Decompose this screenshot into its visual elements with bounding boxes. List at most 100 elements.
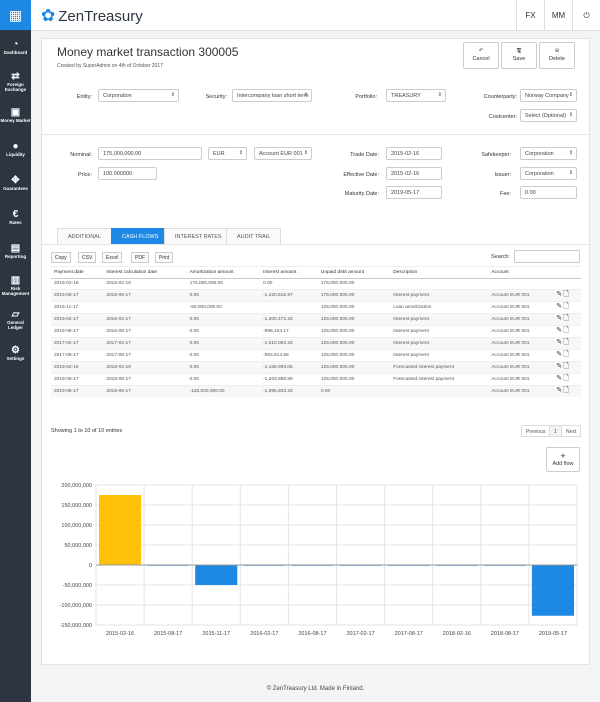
pdf-file-icon[interactable]: 🗋	[563, 363, 569, 370]
column-header[interactable]: Interest calculation date	[103, 267, 186, 279]
undo-icon: ↶	[464, 47, 498, 55]
top-bar: ✿ZenTreasury FX MM ⏻	[31, 0, 600, 31]
table-cell: -50,000,000.00	[187, 302, 260, 314]
save-button[interactable]: 🖫Save	[501, 42, 537, 69]
search-input[interactable]	[514, 250, 580, 263]
user-button[interactable]: MM	[544, 0, 572, 31]
bar[interactable]	[99, 495, 141, 565]
maturity-date-input[interactable]: 2019-05-17	[386, 186, 442, 199]
sidebar-item-rates[interactable]: €Rates	[0, 200, 31, 234]
security-label: Security:	[182, 94, 227, 100]
sidebar-item-reporting[interactable]: ▤Reporting	[0, 234, 31, 268]
bar[interactable]	[195, 565, 237, 585]
table-cell: 2017-02-17	[103, 338, 186, 350]
entity-select[interactable]: Corporation	[98, 89, 179, 102]
pdf-button[interactable]: PDF	[131, 252, 149, 263]
pdf-file-icon[interactable]: 🗋	[563, 339, 569, 346]
pdf-file-icon[interactable]: 🗋	[563, 387, 569, 394]
next-button[interactable]: Next	[561, 425, 581, 437]
previous-button[interactable]: Previous	[521, 425, 550, 437]
bar[interactable]	[532, 565, 574, 616]
tab-additional[interactable]: ADDITIONAL	[57, 228, 112, 244]
sidebar-item-label: Foreign Exchange	[0, 82, 31, 92]
trade-date-input[interactable]: 2015-02-16	[386, 147, 442, 160]
issuer-select[interactable]: Corporation	[520, 167, 577, 180]
account-select[interactable]: Account EUR 001	[254, 147, 312, 160]
tab-interest-rates[interactable]: INTEREST RATES	[164, 228, 233, 244]
column-header[interactable]: Amortization amount	[187, 267, 260, 279]
search-label: Search:	[472, 254, 510, 260]
security-select[interactable]: Intercompany loan short term	[232, 89, 312, 102]
delete-button[interactable]: ⊖Delete	[539, 42, 575, 69]
edit-icon[interactable]: ✎	[556, 291, 562, 298]
column-header[interactable]: Interest amount	[260, 267, 318, 279]
pdf-file-icon[interactable]: 🗋	[563, 375, 569, 382]
sidebar-item-money-market[interactable]: ▣Money Market	[0, 98, 31, 132]
price-label: Price:	[52, 172, 92, 178]
price-input[interactable]: 100.000000	[98, 167, 157, 180]
fx-button[interactable]: FX	[516, 0, 544, 31]
table-cell: Interest payment	[390, 314, 488, 326]
table-cell: 2018-02-16	[103, 362, 186, 374]
edit-icon[interactable]: ✎	[556, 339, 562, 346]
table-cell: 2018-08-17	[103, 374, 186, 386]
apps-grid-icon[interactable]: ▦	[0, 0, 31, 30]
pdf-file-icon[interactable]: 🗋	[563, 327, 569, 334]
table-cell: Account EUR 001	[488, 374, 553, 386]
row-actions: ✎ 🗋	[553, 314, 581, 326]
power-icon[interactable]: ⏻	[572, 0, 600, 31]
edit-icon[interactable]: ✎	[556, 315, 562, 322]
table-cell: Account EUR 001	[488, 314, 553, 326]
table-cell: -1,168,993.06	[260, 362, 318, 374]
column-header[interactable]: Account	[488, 267, 553, 279]
cancel-button[interactable]: ↶Cancel	[463, 42, 499, 69]
edit-icon[interactable]: ✎	[556, 327, 562, 334]
sidebar-item-guarantees[interactable]: ✥Guarantees	[0, 166, 31, 200]
tab-audit-trail[interactable]: AUDIT TRAIL	[226, 228, 281, 244]
column-header[interactable]: Description	[390, 267, 488, 279]
safekeeper-select[interactable]: Corporation	[520, 147, 577, 160]
pdf-file-icon[interactable]: 🗋	[563, 291, 569, 298]
edit-icon[interactable]: ✎	[556, 303, 562, 310]
table-cell: Account EUR 001	[488, 338, 553, 350]
copy-button[interactable]: Copy	[51, 252, 71, 263]
sidebar-item-risk-management[interactable]: ▥Risk Management	[0, 268, 31, 302]
pdf-file-icon[interactable]: 🗋	[563, 303, 569, 310]
sidebar-item-settings[interactable]: ⚙Settings	[0, 336, 31, 370]
column-header[interactable]: Unpaid debt amount	[318, 267, 390, 279]
tab-cash-flows[interactable]: CASH FLOWS	[111, 228, 169, 244]
fee-input[interactable]: 0.00	[520, 186, 577, 199]
edit-icon[interactable]: ✎	[556, 351, 562, 358]
print-button[interactable]: Print	[155, 252, 173, 263]
table-cell: Account EUR 001	[488, 302, 553, 314]
sidebar-item-general-ledger[interactable]: ▱General Ledger	[0, 302, 31, 336]
counterparty-select[interactable]: Norway Company	[520, 89, 577, 102]
logo[interactable]: ✿ZenTreasury	[41, 6, 143, 26]
csv-button[interactable]: CSV	[78, 252, 96, 263]
table-cell: 2016-08-17	[103, 326, 186, 338]
edit-icon[interactable]: ✎	[556, 363, 562, 370]
add-flow-button[interactable]: +Add flow	[546, 447, 580, 472]
handshake-icon: ✥	[11, 175, 19, 186]
column-header[interactable]: Payment date	[51, 267, 103, 279]
portfolio-select[interactable]: TREASURY	[386, 89, 446, 102]
table-cell: 2015-08-17	[103, 290, 186, 302]
row-actions: ✎ 🗋	[553, 350, 581, 362]
cancel-label: Cancel	[472, 56, 489, 62]
edit-icon[interactable]: ✎	[556, 387, 562, 394]
table-cell: 0.00	[318, 386, 390, 398]
edit-icon[interactable]: ✎	[556, 375, 562, 382]
pdf-file-icon[interactable]: 🗋	[563, 351, 569, 358]
sidebar-item-liquidity[interactable]: ●Liquidity	[0, 132, 31, 166]
effective-date-input[interactable]: 2015-02-16	[386, 167, 442, 180]
costcenter-select[interactable]: Select (Optional)	[520, 109, 577, 122]
currency-select[interactable]: EUR	[208, 147, 247, 160]
page-1-button[interactable]: 1	[549, 425, 562, 437]
pdf-file-icon[interactable]: 🗋	[563, 315, 569, 322]
nominal-input[interactable]: 175,000,000.00	[98, 147, 202, 160]
sidebar-item-dashboard[interactable]: ◔Dashboard	[0, 30, 31, 64]
excel-button[interactable]: Excel	[102, 252, 122, 263]
sidebar-item-foreign-exchange[interactable]: ⇄Foreign Exchange	[0, 64, 31, 98]
table-cell: 0.00	[187, 374, 260, 386]
x-tick-label: 2015-11-17	[202, 631, 230, 637]
